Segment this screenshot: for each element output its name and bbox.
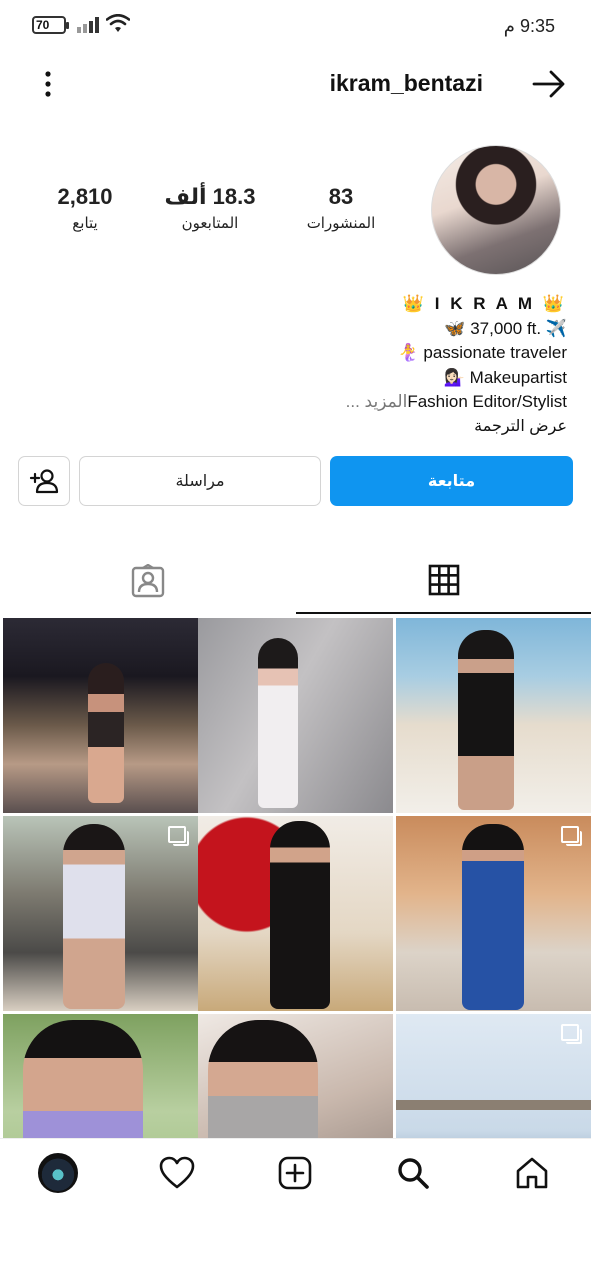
- wifi-icon: [106, 14, 130, 32]
- bio-line-4: ... المزيدFashion Editor/Stylist: [27, 390, 567, 415]
- profile-tabs: [0, 548, 591, 614]
- following-count: 2,810: [57, 184, 113, 209]
- status-bar: 70 9:35 م: [0, 0, 591, 50]
- nav-home[interactable]: [512, 1153, 552, 1193]
- bio-line-1: 🦋 37,000 ft. ✈️: [444, 318, 567, 338]
- nav-add[interactable]: [275, 1153, 315, 1193]
- followers-label: المتابعون: [181, 215, 239, 232]
- post-thumbnail[interactable]: [396, 618, 591, 813]
- post-thumbnail[interactable]: [198, 816, 393, 1011]
- post-thumbnail[interactable]: [198, 1014, 393, 1138]
- post-figure: [462, 824, 524, 1010]
- nav-profile[interactable]: [38, 1153, 78, 1193]
- post-thumbnail[interactable]: [396, 1014, 591, 1138]
- see-translation-link[interactable]: عرض الترجمة: [27, 415, 567, 440]
- grid-icon: [428, 564, 459, 596]
- post-figure: [270, 821, 330, 1009]
- heart-icon: [159, 1156, 195, 1189]
- profile-header: ikram_bentazi: [0, 55, 591, 113]
- back-arrow-icon[interactable]: [531, 69, 567, 99]
- following-label: يتابع: [72, 215, 98, 232]
- profile-avatar[interactable]: [431, 145, 561, 275]
- follow-button[interactable]: متابعة: [330, 456, 573, 506]
- following-stat[interactable]: 2,810 يتابع: [40, 184, 130, 232]
- followers-count: 18.3 ألف: [164, 184, 256, 209]
- suggested-users-button[interactable]: [18, 456, 70, 506]
- post-thumbnail[interactable]: [198, 618, 393, 813]
- message-button[interactable]: مراسلة: [79, 456, 321, 506]
- multiple-photos-icon: [561, 1024, 582, 1044]
- search-icon: [398, 1158, 429, 1189]
- followers-stat[interactable]: 18.3 ألف المتابعون: [160, 184, 260, 232]
- bio-line-2: 🧜‍♀️ passionate traveler: [397, 343, 567, 362]
- multiple-photos-icon: [561, 826, 582, 846]
- nav-activity[interactable]: [157, 1153, 197, 1193]
- tagged-person-icon: [131, 564, 164, 598]
- post-thumbnail[interactable]: [396, 816, 591, 1011]
- post-figure: [23, 1020, 143, 1138]
- bio-line-4-text: Fashion Editor/Stylist: [407, 392, 567, 411]
- post-figure: [63, 824, 125, 1009]
- profile-avatar-thumb: [38, 1153, 78, 1193]
- post-figure: [258, 638, 298, 808]
- multiple-photos-icon: [168, 826, 189, 846]
- profile-bio: 👑 I K R A M 👑 🦋 37,000 ft. ✈️ 🧜‍♀️ passi…: [27, 292, 567, 439]
- add-person-icon: [29, 469, 59, 494]
- tab-tagged[interactable]: [0, 548, 295, 614]
- posts-grid: [0, 618, 591, 1138]
- post-figure: [88, 663, 124, 803]
- nav-search[interactable]: [393, 1153, 433, 1193]
- post-thumbnail[interactable]: [3, 618, 198, 813]
- posts-stat[interactable]: 83 المنشورات: [300, 184, 382, 232]
- signal-icon: [77, 17, 99, 33]
- clock: 9:35 م: [503, 16, 555, 36]
- profile-username: ikram_bentazi: [329, 70, 483, 96]
- bio-line-3: 💁🏻‍♀️ Makeupartist: [443, 367, 567, 387]
- tab-grid[interactable]: [296, 548, 591, 614]
- bio-more-link[interactable]: ... المزيد: [346, 392, 408, 411]
- post-figure: [396, 1100, 591, 1110]
- add-post-icon: [278, 1156, 312, 1190]
- posts-label: المنشورات: [306, 215, 376, 232]
- post-thumbnail[interactable]: [3, 1014, 198, 1138]
- bio-name: 👑 I K R A M 👑: [402, 294, 567, 313]
- battery-indicator: 70: [32, 16, 69, 34]
- posts-count: 83: [328, 184, 354, 209]
- home-icon: [516, 1157, 548, 1189]
- post-thumbnail[interactable]: [3, 816, 198, 1011]
- post-figure: [208, 1020, 318, 1138]
- post-figure: [458, 630, 514, 810]
- more-options-icon[interactable]: [38, 69, 58, 99]
- bottom-nav: [0, 1138, 591, 1210]
